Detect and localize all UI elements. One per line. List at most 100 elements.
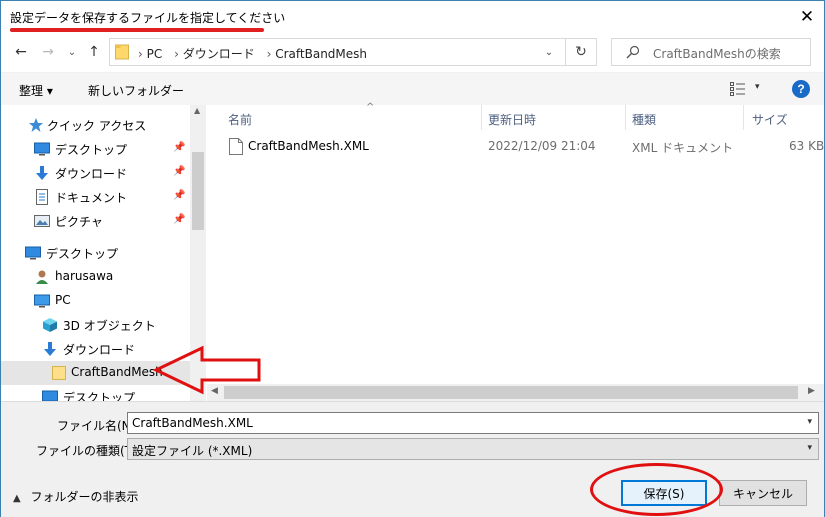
file-modified: 2022/12/09 21:04 xyxy=(488,139,596,153)
column-header-label: 名前 xyxy=(228,113,253,127)
breadcrumb-separator: › xyxy=(174,47,179,61)
title-bar: 設定データを保存するファイルを指定してください ✕ xyxy=(1,1,824,32)
column-divider[interactable] xyxy=(743,105,744,130)
breadcrumb-craftbandmesh[interactable]: CraftBandMesh xyxy=(275,47,367,61)
sidebar-item-label: ピクチャ xyxy=(55,215,103,229)
xml-file-icon xyxy=(229,138,243,155)
sidebar-item-label: デスクトップ xyxy=(46,247,119,261)
back-button[interactable]: ← xyxy=(10,41,32,63)
scrollbar-thumb[interactable] xyxy=(192,152,204,230)
refresh-button[interactable]: ↻ xyxy=(568,42,594,62)
sidebar-item-user[interactable]: harusawa xyxy=(1,265,191,289)
sidebar-item-3d-objects[interactable]: 3D オブジェクト xyxy=(1,313,191,337)
breadcrumb: › PC › ダウンロード › CraftBandMesh xyxy=(138,45,367,62)
sidebar-item-label: ダウンロード xyxy=(55,167,128,181)
save-file-dialog: 設定データを保存するファイルを指定してください ✕ ← → ⌄ ↑ › PC ›… xyxy=(0,0,825,517)
sort-ascending-icon: ^ xyxy=(366,102,375,113)
chevron-down-icon[interactable]: ▾ xyxy=(807,443,812,453)
annotation-circle xyxy=(590,463,723,516)
desktop-icon xyxy=(42,390,58,401)
navigation-row: ← → ⌄ ↑ › PC › ダウンロード › CraftBandMesh ⌄ … xyxy=(1,32,824,72)
pc-icon xyxy=(34,294,50,308)
breadcrumb-separator: › xyxy=(266,47,272,61)
sidebar-item-pictures-pinned[interactable]: ピクチャ 📌 xyxy=(1,209,191,233)
desktop-icon xyxy=(34,142,50,156)
address-divider xyxy=(565,39,566,65)
sidebar-item-pc[interactable]: PC xyxy=(1,289,191,313)
sidebar-item-desktop[interactable]: デスクトップ xyxy=(1,241,191,265)
column-header-modified[interactable]: 更新日時 xyxy=(488,105,536,130)
folder-icon xyxy=(115,44,129,60)
column-divider[interactable] xyxy=(481,105,482,130)
document-icon xyxy=(36,189,48,205)
pin-icon[interactable]: 📌 xyxy=(173,142,185,153)
filename-value: CraftBandMesh.XML xyxy=(132,416,253,430)
file-row[interactable]: CraftBandMesh.XML 2022/12/09 21:04 XML ド… xyxy=(221,135,824,157)
breadcrumb-separator: › xyxy=(138,47,143,61)
pin-icon[interactable]: 📌 xyxy=(173,190,185,201)
address-bar[interactable]: › PC › ダウンロード › CraftBandMesh ⌄ ↻ xyxy=(109,38,597,66)
filename-input[interactable]: CraftBandMesh.XML ▾ xyxy=(127,412,819,434)
column-divider[interactable] xyxy=(625,105,626,130)
filetype-value: 設定ファイル (*.XML) xyxy=(132,444,253,458)
chevron-down-icon[interactable]: ▾ xyxy=(807,417,812,427)
filetype-select[interactable]: 設定ファイル (*.XML) ▾ xyxy=(127,438,819,460)
scrollbar-thumb[interactable] xyxy=(224,386,798,399)
view-options-icon[interactable] xyxy=(730,82,746,96)
scroll-right-arrow[interactable]: ▶ xyxy=(808,386,815,396)
view-dropdown-button[interactable]: ▾ xyxy=(755,82,760,92)
search-icon xyxy=(626,45,640,59)
pin-icon[interactable]: 📌 xyxy=(173,166,185,177)
organize-button[interactable]: 整理 ▾ xyxy=(19,82,53,99)
sidebar-item-downloads-pinned[interactable]: ダウンロード 📌 xyxy=(1,161,191,185)
hide-folders-toggle[interactable]: ▲ フォルダーの非表示 xyxy=(13,488,139,505)
sidebar-item-label: ダウンロード xyxy=(63,343,136,357)
search-placeholder: CraftBandMeshの検索 xyxy=(653,47,781,61)
up-button[interactable]: ↑ xyxy=(83,41,105,63)
scroll-up-arrow[interactable]: ▲ xyxy=(194,106,200,115)
annotation-arrow xyxy=(152,345,261,395)
new-folder-button[interactable]: 新しいフォルダー xyxy=(88,82,184,99)
file-type: XML ドキュメント xyxy=(632,141,734,155)
sidebar-item-label: デスクトップ xyxy=(55,143,128,157)
sidebar-item-label: harusawa xyxy=(55,269,114,283)
file-size: 63 KB xyxy=(789,139,825,153)
user-icon xyxy=(36,270,48,284)
chevron-up-icon: ▲ xyxy=(13,493,21,504)
sidebar-item-label: デスクトップ xyxy=(63,391,136,401)
cancel-button[interactable]: キャンセル xyxy=(719,480,807,506)
help-icon[interactable]: ? xyxy=(792,80,810,98)
file-list: 名前 ^ 更新日時 種類 サイズ CraftBandMesh.XML 2022/… xyxy=(207,102,824,385)
breadcrumb-downloads[interactable]: ダウンロード xyxy=(183,47,255,61)
breadcrumb-pc[interactable]: PC xyxy=(147,47,163,61)
sidebar-item-documents-pinned[interactable]: ドキュメント 📌 xyxy=(1,185,191,209)
picture-icon xyxy=(34,215,50,227)
sidebar-item-label: 3D オブジェクト xyxy=(63,319,156,333)
sidebar-item-quick-access[interactable]: クイック アクセス xyxy=(1,113,191,137)
cube-icon xyxy=(43,318,57,332)
search-box[interactable]: CraftBandMeshの検索 xyxy=(611,38,811,66)
sidebar-item-label: PC xyxy=(55,293,71,307)
forward-button[interactable]: → xyxy=(37,41,59,63)
folder-icon xyxy=(52,366,66,380)
command-bar: 整理 ▾ 新しいフォルダー ▾ ? xyxy=(1,72,824,105)
sidebar-item-label: クイック アクセス xyxy=(47,119,147,133)
close-button[interactable]: ✕ xyxy=(790,1,824,32)
column-header-type[interactable]: 種類 xyxy=(632,105,656,130)
sidebar-item-desktop-pinned[interactable]: デスクトップ 📌 xyxy=(1,137,191,161)
sidebar-item-label: ドキュメント xyxy=(55,191,128,205)
download-icon xyxy=(44,342,56,356)
sidebar-item-label: CraftBandMesh xyxy=(71,365,163,379)
address-dropdown-button[interactable]: ⌄ xyxy=(540,44,558,60)
window-title: 設定データを保存するファイルを指定してください xyxy=(10,11,286,25)
star-icon xyxy=(29,118,43,132)
column-header-name[interactable]: 名前 ^ xyxy=(228,102,374,130)
desktop-icon xyxy=(25,246,41,260)
pin-icon[interactable]: 📌 xyxy=(173,214,185,225)
filetype-label: ファイルの種類(T): xyxy=(36,444,141,458)
column-header-size[interactable]: サイズ xyxy=(752,105,788,130)
recent-locations-button[interactable]: ⌄ xyxy=(61,41,83,63)
file-name: CraftBandMesh.XML xyxy=(248,139,369,153)
hide-folders-label: フォルダーの非表示 xyxy=(30,490,139,504)
horizontal-scrollbar[interactable]: ◀ ▶ xyxy=(207,384,824,401)
